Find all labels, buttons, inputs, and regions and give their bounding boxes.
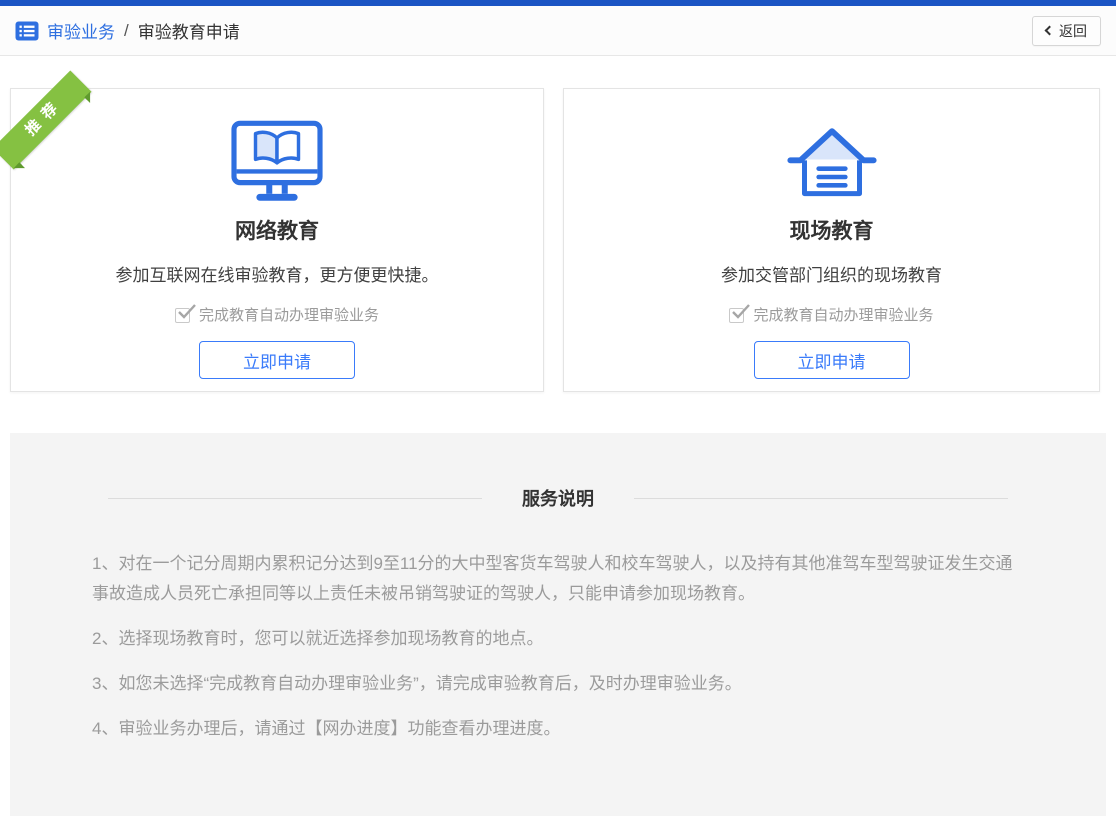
page-header: 审验业务 / 审验教育申请 返回 (0, 6, 1116, 56)
breadcrumb: 审验业务 / 审验教育申请 (15, 18, 240, 43)
card-online-education: 推荐 网络教育 参加互联网在线审验教育，更方便更快捷。 完成教育自动办理审验业务… (10, 88, 544, 392)
auto-process-checkbox[interactable]: 完成教育自动办理审验业务 (175, 305, 379, 326)
breadcrumb-current-page: 审验教育申请 (138, 18, 240, 43)
card-onsite-education: 现场教育 参加交管部门组织的现场教育 完成教育自动办理审验业务 立即申请 (563, 88, 1100, 392)
checkbox-box[interactable] (729, 308, 744, 323)
divider-line (634, 498, 1008, 499)
service-notes-section: 服务说明 1、对在一个记分周期内累积记分达到9至11分的大中型客货车驾驶人和校车… (10, 433, 1106, 816)
check-icon (731, 303, 751, 321)
service-notes-title: 服务说明 (522, 485, 594, 511)
chevron-left-icon (1045, 26, 1055, 36)
monitor-open-book-icon (224, 119, 330, 205)
auto-process-checkbox[interactable]: 完成教育自动办理审验业务 (729, 305, 933, 326)
breadcrumb-separator: / (124, 21, 129, 41)
card-description: 参加互联网在线审验教育，更方便更快捷。 (116, 264, 439, 288)
checkbox-box[interactable] (175, 308, 190, 323)
service-note-item: 4、审验业务办理后，请通过【网办进度】功能查看办理进度。 (92, 714, 1024, 744)
service-notes-list: 1、对在一个记分周期内累积记分达到9至11分的大中型客货车驾驶人和校车驾驶人，以… (92, 549, 1024, 744)
recommend-ribbon: 推荐 (0, 71, 91, 170)
breadcrumb-link-inspection-business[interactable]: 审验业务 (47, 18, 115, 43)
apply-now-button-onsite[interactable]: 立即申请 (754, 341, 910, 379)
back-button-label: 返回 (1059, 21, 1087, 41)
house-list-icon (782, 119, 882, 205)
card-title: 现场教育 (790, 219, 874, 245)
divider-line (108, 498, 482, 499)
back-button[interactable]: 返回 (1032, 16, 1101, 46)
check-icon (177, 303, 197, 321)
list-icon (15, 21, 39, 41)
card-title: 网络教育 (235, 219, 319, 245)
service-note-item: 2、选择现场教育时，您可以就近选择参加现场教育的地点。 (92, 624, 1024, 654)
service-notes-header: 服务说明 (108, 485, 1008, 511)
checkbox-label: 完成教育自动办理审验业务 (753, 305, 933, 326)
service-note-item: 3、如您未选择“完成教育自动办理审验业务”，请完成审验教育后，及时办理审验业务。 (92, 669, 1024, 699)
card-description: 参加交管部门组织的现场教育 (721, 264, 942, 288)
apply-now-button-online[interactable]: 立即申请 (199, 341, 355, 379)
checkbox-label: 完成教育自动办理审验业务 (199, 305, 379, 326)
service-note-item: 1、对在一个记分周期内累积记分达到9至11分的大中型客货车驾驶人和校车驾驶人，以… (92, 549, 1024, 609)
